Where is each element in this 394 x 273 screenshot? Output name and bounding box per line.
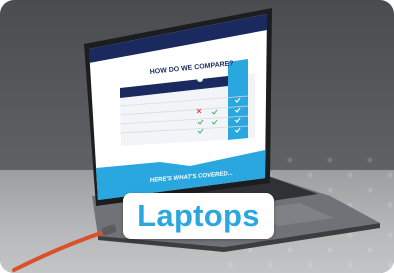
category-label[interactable]: Laptops <box>123 193 274 239</box>
product-card[interactable]: HOW DO WE COMPARE? HERE'S WHAT'S COVERED… <box>0 0 394 273</box>
highlight-column <box>228 59 248 140</box>
charging-cable <box>12 230 106 272</box>
category-label-text: Laptops <box>137 198 260 233</box>
